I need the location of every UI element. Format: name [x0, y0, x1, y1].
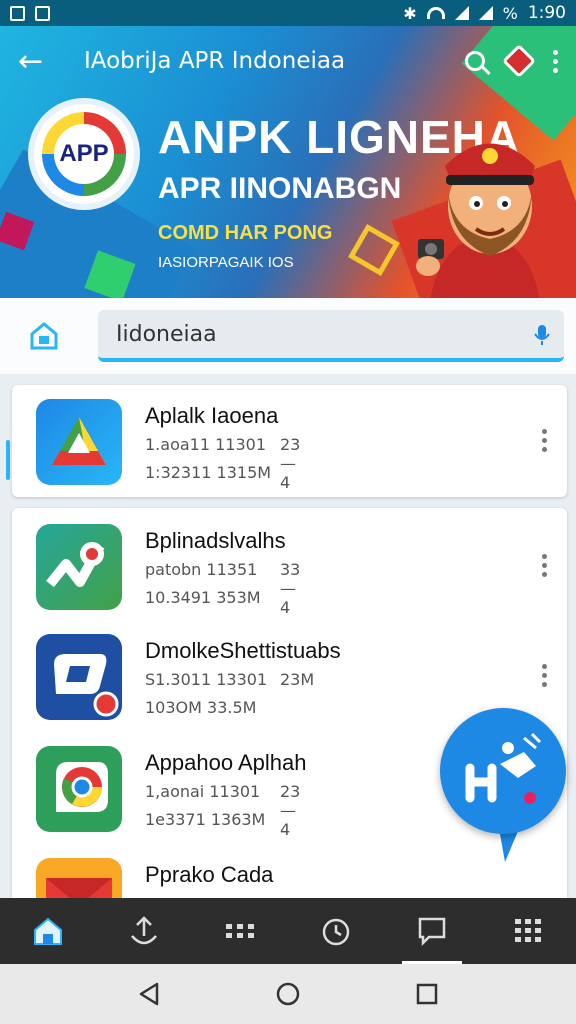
- app-title: Bplinadslvalhs: [145, 528, 286, 553]
- more-options-button[interactable]: [542, 664, 547, 687]
- app-meta: 10.3491 353M: [145, 588, 261, 607]
- mascot-illustration: [416, 143, 540, 298]
- more-options-button[interactable]: [542, 554, 547, 577]
- app-meta: 1.aoa11 11301 23—4: [145, 435, 301, 492]
- banner-caption: IASIORPAGAIK IOS: [158, 254, 294, 271]
- back-button[interactable]: ←: [18, 44, 58, 79]
- grid-dots-icon: [226, 924, 254, 938]
- app-card: Aplalk Iaoena 1.aoa11 11301 23—4 1:32311 …: [12, 385, 567, 497]
- wifi-icon: [426, 7, 445, 19]
- app-logo-text: APP: [59, 140, 109, 167]
- nav-more[interactable]: [498, 906, 558, 956]
- signal-icon: [478, 6, 493, 20]
- app-meta: 103OM 33.5M: [145, 698, 257, 717]
- mic-icon[interactable]: [534, 324, 550, 346]
- app-meta: patobn 11351 33—4: [145, 560, 301, 617]
- message-icon: [418, 917, 446, 946]
- overflow-menu-button[interactable]: [553, 49, 558, 73]
- back-triangle-icon: [140, 982, 159, 1006]
- search-icon: [465, 51, 485, 71]
- home-icon: [34, 917, 62, 945]
- notification-icon: [35, 5, 50, 21]
- more-options-button[interactable]: [542, 429, 547, 452]
- recents-square-icon: [416, 983, 437, 1005]
- selection-indicator: [6, 440, 10, 480]
- list-grid-icon: [515, 919, 541, 942]
- app-title: Pprako Cada: [145, 862, 274, 887]
- clock-icon: [322, 918, 350, 946]
- search-field[interactable]: [98, 310, 564, 362]
- header-banner: ← IAobriJa APR Indoneiaa APP ANPK LIGNEH…: [0, 26, 576, 298]
- nav-messages[interactable]: [402, 906, 462, 964]
- app-title: DmolkeShettistuabs: [145, 638, 341, 663]
- notification-icon: [10, 5, 25, 21]
- nav-upload[interactable]: [114, 906, 174, 956]
- app-bar-title: IAobriJa APR Indoneiaa: [84, 48, 346, 74]
- status-left-icons: [10, 5, 50, 21]
- bluetooth-icon: ✱: [403, 3, 417, 23]
- banner-subheadline: APR IINONABGN: [158, 172, 402, 205]
- status-right-icons: ✱ % 1:90: [403, 3, 566, 23]
- list-item[interactable]: Bplinadslvalhs patobn 11351 33—4 10.3491 …: [12, 512, 567, 620]
- app-meta: 1,aonai 11301 23—4: [145, 782, 301, 839]
- assistant-fab[interactable]: [440, 708, 566, 834]
- signal-icon: [454, 6, 469, 20]
- share-button[interactable]: [502, 44, 536, 78]
- home-icon[interactable]: [28, 320, 60, 352]
- chrome-icon: [36, 746, 122, 832]
- app-title: Aplalk Iaoena: [145, 403, 279, 428]
- app-meta: 1e3371 1363M: [145, 810, 266, 829]
- banner-decoration: [348, 224, 400, 276]
- nav-history[interactable]: [306, 906, 366, 956]
- app-logo: APP: [28, 98, 140, 210]
- maps-pin-icon: [36, 524, 122, 610]
- list-item[interactable]: Aplalk Iaoena 1.aoa11 11301 23—4 1:32311 …: [12, 387, 567, 495]
- search-button[interactable]: [465, 51, 485, 71]
- chat-bubble-icon: [36, 634, 122, 720]
- home-circle-icon: [276, 982, 300, 1006]
- app-title: Appahoo Aplhah: [145, 750, 307, 775]
- upload-icon: [131, 916, 157, 945]
- app-meta: 1:32311 1315M: [145, 463, 272, 482]
- app-meta: S1.3011 13301 23M: [145, 670, 315, 689]
- status-time: 1:90: [527, 3, 566, 23]
- share-icon: [502, 44, 536, 78]
- battery-icon: %: [502, 3, 518, 23]
- banner-tagline: COMD HAR PONG: [158, 222, 333, 244]
- system-back-button[interactable]: [129, 974, 169, 1014]
- search-input[interactable]: [114, 320, 498, 348]
- nav-grid[interactable]: [210, 906, 270, 956]
- status-bar: ✱ % 1:90: [0, 0, 576, 26]
- app-bar: ← IAobriJa APR Indoneiaa: [0, 26, 576, 96]
- bottom-navigation: [0, 898, 576, 964]
- nav-home[interactable]: [18, 906, 78, 956]
- search-row: [0, 298, 576, 374]
- assistant-icon: [465, 732, 542, 804]
- system-home-button[interactable]: [268, 974, 308, 1014]
- system-recents-button[interactable]: [407, 974, 447, 1014]
- system-navigation: [0, 964, 576, 1024]
- drive-triangle-icon: [36, 399, 122, 485]
